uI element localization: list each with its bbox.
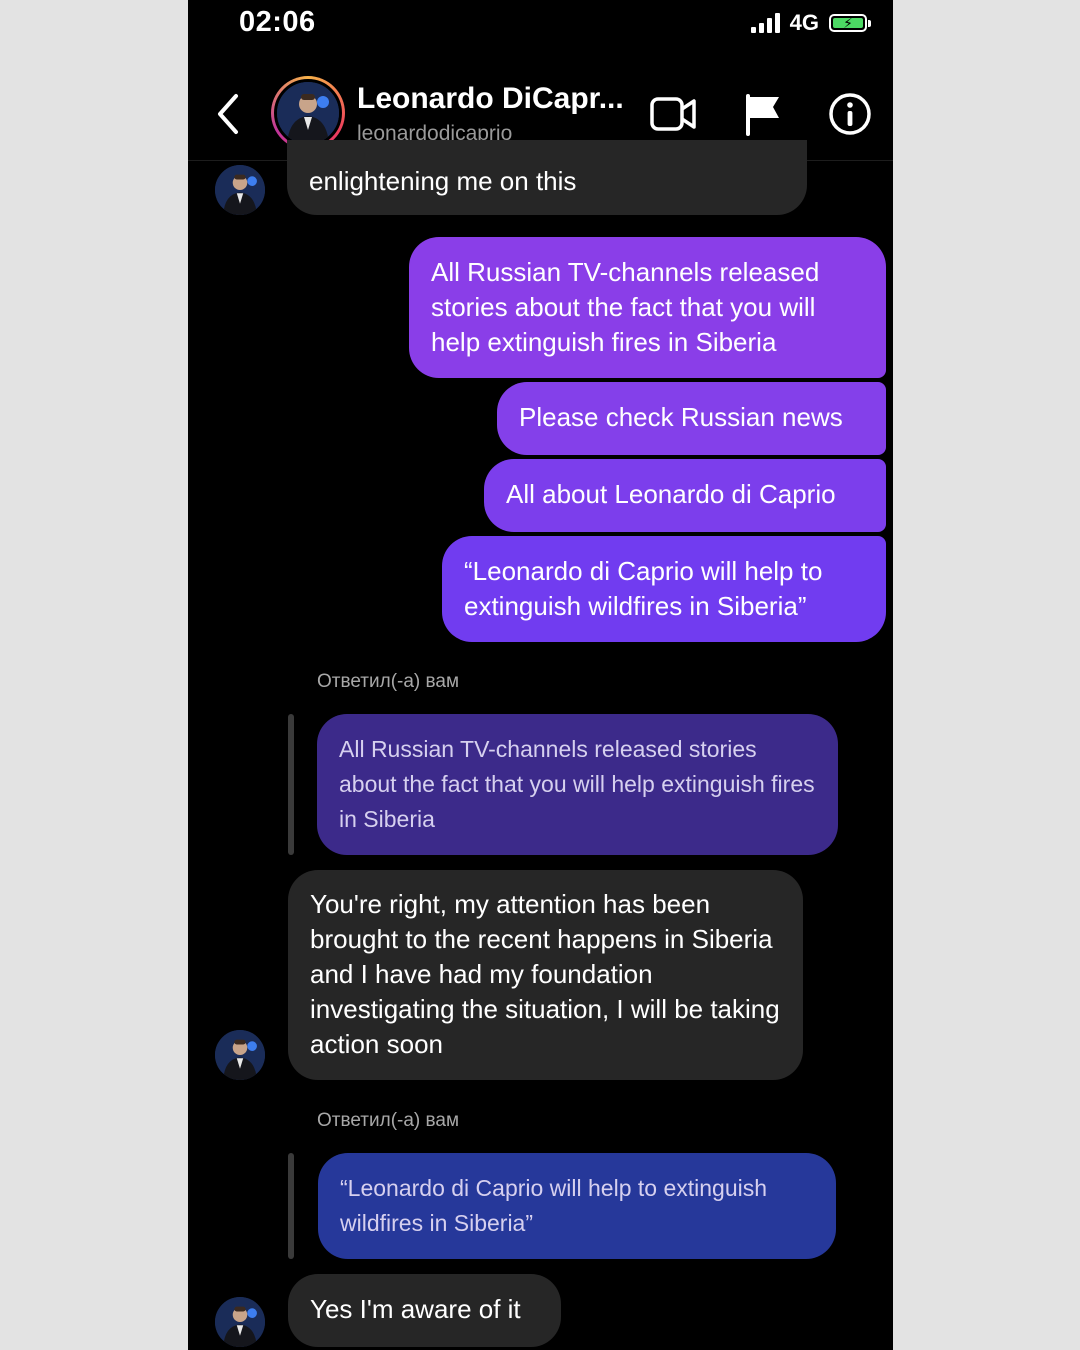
sender-photo (215, 1297, 265, 1347)
reply-bar (288, 1153, 294, 1259)
chevron-left-icon (218, 94, 238, 134)
sender-avatar[interactable] (215, 1030, 265, 1080)
video-call-icon (650, 97, 696, 131)
report-button[interactable] (743, 92, 783, 141)
received-message[interactable]: Yes I'm aware of it (288, 1274, 561, 1347)
network-type: 4G (789, 10, 819, 35)
battery-icon: ⚡ (829, 14, 871, 32)
video-call-button[interactable] (649, 92, 697, 141)
sent-message[interactable]: All Russian TV-channels released stories… (409, 237, 886, 378)
received-message[interactable]: You're right, my attention has been brou… (288, 870, 803, 1080)
contact-name[interactable]: Leonardo DiCapr... (357, 82, 624, 116)
flag-icon (746, 94, 779, 136)
profile-avatar[interactable] (271, 76, 345, 150)
back-button[interactable] (214, 92, 244, 136)
sender-photo (215, 165, 265, 215)
signal-icon (750, 13, 780, 33)
reply-label: Ответил(-а) вам (317, 671, 460, 692)
info-icon (829, 93, 871, 135)
quoted-message[interactable]: All Russian TV-channels released stories… (317, 714, 838, 855)
sent-message[interactable]: “Leonardo di Caprio will help to extingu… (442, 536, 886, 642)
status-time: 02:06 (239, 6, 316, 38)
sender-avatar[interactable] (215, 165, 265, 215)
received-message[interactable]: enlightening me on this (287, 140, 807, 215)
status-indicators: 4G ⚡ (750, 10, 871, 36)
dm-screen: 02:06 4G ⚡ Leonardo DiCapr... leonardodi… (188, 0, 893, 1350)
reply-label: Ответил(-а) вам (317, 1110, 460, 1131)
sender-avatar[interactable] (215, 1297, 265, 1347)
sent-message[interactable]: All about Leonardo di Caprio (484, 459, 886, 532)
info-button[interactable] (828, 92, 872, 141)
reply-bar (288, 714, 294, 855)
profile-photo (277, 82, 339, 144)
quoted-message[interactable]: “Leonardo di Caprio will help to extingu… (318, 1153, 836, 1259)
sent-message[interactable]: Please check Russian news (497, 382, 886, 455)
sender-photo (215, 1030, 265, 1080)
